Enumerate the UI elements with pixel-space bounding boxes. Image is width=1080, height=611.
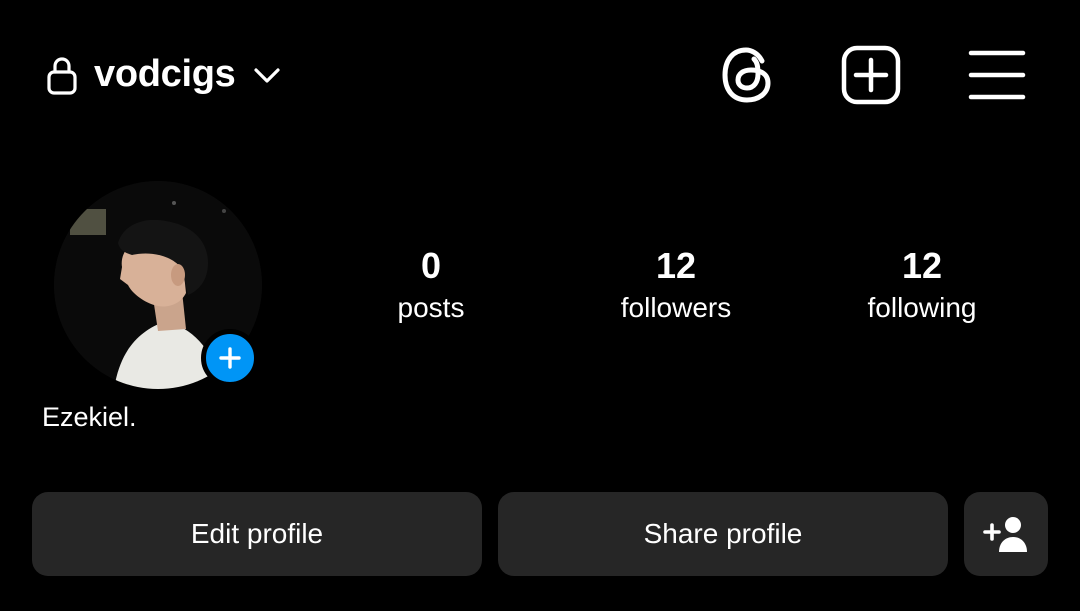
profile-page: vodcigs 0 posts 12 followers 12 followin… — [0, 0, 1080, 611]
followers-count: 12 — [655, 245, 697, 286]
posts-count: 0 — [420, 245, 442, 286]
chevron-down-icon[interactable] — [250, 62, 284, 88]
username[interactable]: vodcigs — [94, 50, 236, 98]
discover-people-button[interactable] — [964, 492, 1048, 576]
following-label: following — [867, 292, 977, 323]
followers-label: followers — [620, 292, 732, 323]
create-icon[interactable] — [840, 44, 902, 106]
posts-label: posts — [397, 292, 465, 323]
posts-stat[interactable]: 0 posts — [331, 244, 531, 326]
display-name: Ezekiel. — [42, 402, 137, 432]
share-profile-button[interactable]: Share profile — [498, 492, 948, 576]
followers-stat[interactable]: 12 followers — [576, 244, 776, 326]
add-story-button[interactable] — [201, 329, 259, 387]
add-person-icon — [983, 517, 1027, 552]
edit-profile-button[interactable]: Edit profile — [32, 492, 482, 576]
menu-icon[interactable] — [968, 48, 1026, 102]
threads-icon[interactable] — [718, 44, 776, 106]
following-stat[interactable]: 12 following — [822, 244, 1022, 326]
lock-icon — [47, 57, 77, 95]
plus-icon — [219, 347, 241, 369]
following-count: 12 — [901, 245, 943, 286]
